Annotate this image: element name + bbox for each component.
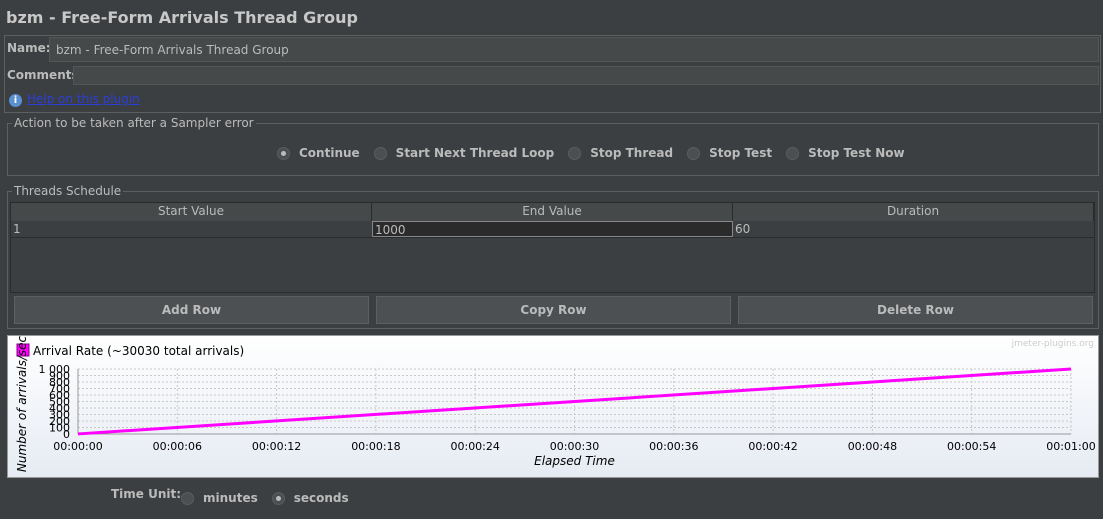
page-title: bzm - Free-Form Arrivals Thread Group (6, 8, 358, 27)
radio-button[interactable] (786, 146, 800, 160)
name-label: Name: (7, 41, 51, 55)
table-header: Start Value End Value Duration (11, 203, 1094, 221)
x-tick-label: 00:00:30 (550, 440, 599, 453)
chart-svg: 00:00:00 00:00:06 00:00:12 00:00:18 00:00:24… (15, 335, 1096, 472)
time-unit-radios: minutes seconds (181, 491, 363, 505)
radio-seconds[interactable]: seconds (271, 491, 349, 505)
radio-stop-test[interactable]: Stop Test (687, 146, 772, 160)
schedule-table: Start Value End Value Duration 1 1000 60 (10, 202, 1095, 293)
x-tick-label: 00:00:48 (848, 440, 897, 453)
radio-button[interactable] (687, 146, 701, 160)
radio-button[interactable] (271, 491, 285, 505)
x-tick-label: 00:00:36 (649, 440, 698, 453)
radio-button[interactable] (373, 146, 387, 160)
radio-minutes[interactable]: minutes (181, 491, 258, 505)
watermark: jmeter-plugins.org (1011, 339, 1094, 349)
radio-continue[interactable]: Continue (277, 146, 360, 160)
cell-start-value[interactable]: 1 (11, 221, 372, 237)
radio-label: minutes (203, 491, 258, 505)
radio-label: Continue (299, 146, 360, 160)
radio-stop-test-now[interactable]: Stop Test Now (786, 146, 905, 160)
help-link[interactable]: Help on this plugin (27, 92, 140, 106)
radio-label: Stop Thread (590, 146, 674, 160)
x-tick-label: 00:00:24 (450, 440, 499, 453)
x-tick-label: 00:00:54 (947, 440, 996, 453)
time-unit-label: Time Unit: (111, 487, 182, 501)
cell-duration[interactable]: 60 (733, 221, 1094, 237)
error-action-radios: Continue Start Next Thread Loop Stop Thr… (277, 146, 919, 160)
delete-row-button[interactable]: Delete Row (738, 296, 1093, 324)
x-tick-label: 00:01:00 (1046, 440, 1095, 453)
error-action-legend: Action to be taken after a Sampler error (12, 116, 256, 130)
y-tick-label: 1 000 (39, 363, 71, 376)
name-input[interactable] (49, 37, 1099, 62)
x-tick-label: 00:00:12 (252, 440, 301, 453)
column-header-duration[interactable]: Duration (733, 203, 1094, 221)
radio-button[interactable] (181, 491, 194, 505)
radio-label: Stop Test (709, 146, 773, 160)
x-axis-label: Elapsed Time (534, 454, 615, 468)
radio-stop-thread[interactable]: Stop Thread (568, 146, 673, 160)
cell-end-value[interactable]: 1000 (372, 221, 733, 237)
x-tick-label: 00:00:06 (153, 440, 202, 453)
info-icon: i (9, 94, 22, 107)
add-row-button[interactable]: Add Row (14, 296, 369, 324)
x-tick-label: 00:00:18 (351, 440, 400, 453)
radio-button[interactable] (277, 146, 290, 160)
threads-schedule-legend: Threads Schedule (12, 184, 124, 198)
y-axis-label: Number of arrivals/sec (15, 336, 29, 472)
comments-label: Comments: (7, 68, 84, 82)
copy-row-button[interactable]: Copy Row (376, 296, 731, 324)
x-tick-label: 00:00:00 (53, 440, 102, 453)
x-tick-label: 00:00:42 (748, 440, 797, 453)
column-header-end-value[interactable]: End Value (372, 203, 733, 221)
radio-button[interactable] (568, 146, 582, 160)
radio-start-next-thread-loop[interactable]: Start Next Thread Loop (373, 146, 555, 160)
radio-label: seconds (293, 491, 349, 505)
radio-label: Start Next Thread Loop (395, 146, 555, 160)
radio-label: Stop Test Now (808, 146, 905, 160)
comments-input[interactable] (73, 66, 1099, 85)
legend-label: Arrival Rate (~30030 total arrivals) (33, 344, 244, 358)
arrival-rate-chart: 00:00:00 00:00:06 00:00:12 00:00:18 00:00:24… (7, 335, 1099, 478)
column-header-start-value[interactable]: Start Value (11, 203, 372, 221)
table-row[interactable]: 1 1000 60 (11, 221, 1094, 238)
